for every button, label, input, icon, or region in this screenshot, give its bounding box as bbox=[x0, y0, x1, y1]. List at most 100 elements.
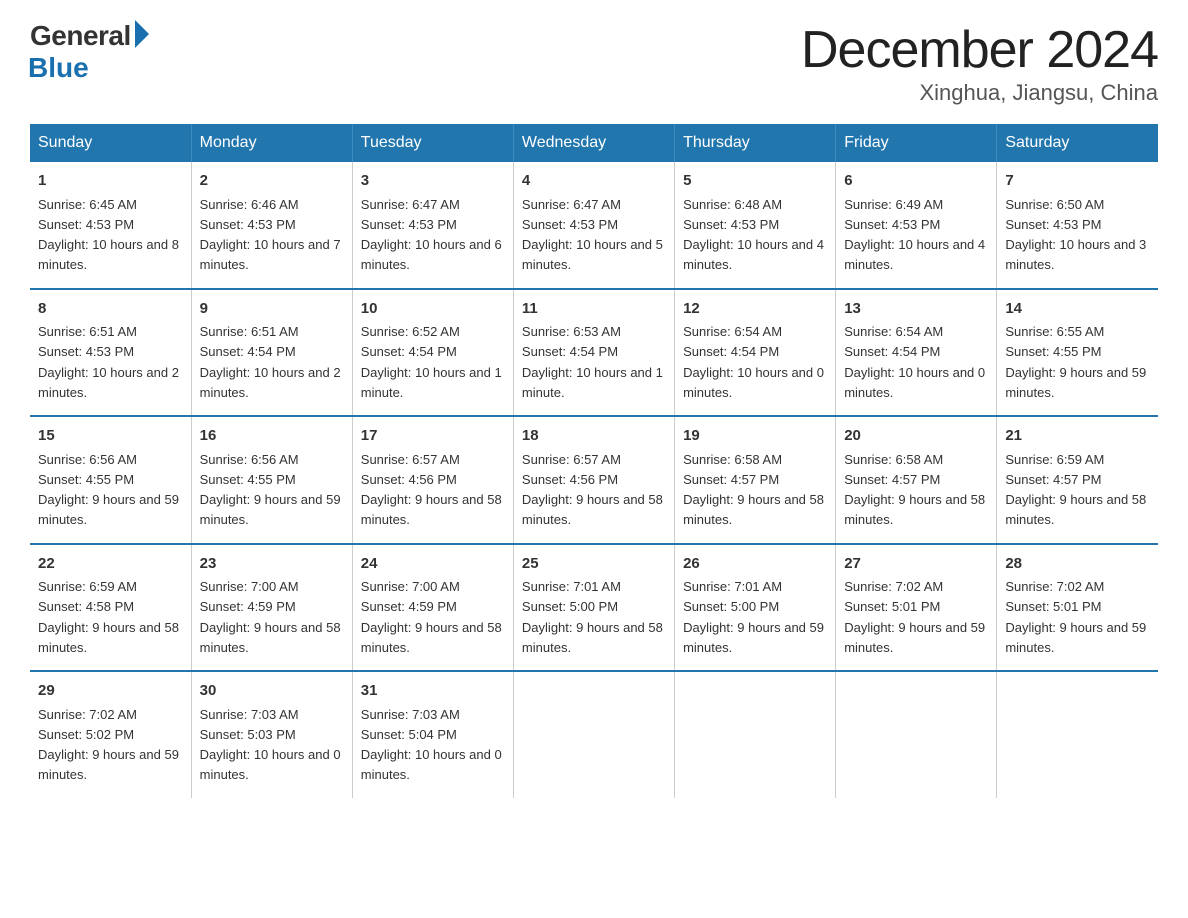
calendar-cell bbox=[836, 671, 997, 798]
day-info: Sunrise: 6:55 AMSunset: 4:55 PMDaylight:… bbox=[1005, 324, 1146, 400]
day-info: Sunrise: 7:03 AMSunset: 5:03 PMDaylight:… bbox=[200, 707, 341, 783]
week-row-2: 8Sunrise: 6:51 AMSunset: 4:53 PMDaylight… bbox=[30, 289, 1158, 417]
calendar-cell: 31 Sunrise: 7:03 AMSunset: 5:04 PMDayligh… bbox=[352, 671, 513, 798]
day-number: 12 bbox=[683, 298, 827, 321]
day-number: 27 bbox=[844, 553, 988, 576]
day-info: Sunrise: 6:47 AMSunset: 4:53 PMDaylight:… bbox=[361, 197, 502, 273]
day-info: Sunrise: 6:54 AMSunset: 4:54 PMDaylight:… bbox=[683, 324, 824, 400]
day-info: Sunrise: 6:45 AMSunset: 4:53 PMDaylight:… bbox=[38, 197, 179, 273]
calendar-cell: 10Sunrise: 6:52 AMSunset: 4:54 PMDayligh… bbox=[352, 289, 513, 417]
calendar-cell: 17Sunrise: 6:57 AMSunset: 4:56 PMDayligh… bbox=[352, 416, 513, 544]
day-info: Sunrise: 6:58 AMSunset: 4:57 PMDaylight:… bbox=[683, 452, 824, 528]
day-number: 31 bbox=[361, 680, 505, 703]
day-number: 30 bbox=[200, 680, 344, 703]
calendar-cell: 18Sunrise: 6:57 AMSunset: 4:56 PMDayligh… bbox=[513, 416, 674, 544]
day-number: 9 bbox=[200, 298, 344, 321]
calendar-cell: 11 Sunrise: 6:53 AMSunset: 4:54 PMDayligh… bbox=[513, 289, 674, 417]
day-info: Sunrise: 6:48 AMSunset: 4:53 PMDaylight:… bbox=[683, 197, 824, 273]
day-number: 29 bbox=[38, 680, 183, 703]
logo-general-text: General bbox=[30, 20, 131, 52]
calendar-cell: 29 Sunrise: 7:02 AMSunset: 5:02 PMDayligh… bbox=[30, 671, 191, 798]
day-number: 17 bbox=[361, 425, 505, 448]
calendar-cell: 7 Sunrise: 6:50 AMSunset: 4:53 PMDaylight… bbox=[997, 162, 1158, 289]
calendar-cell: 22Sunrise: 6:59 AMSunset: 4:58 PMDayligh… bbox=[30, 544, 191, 672]
calendar-cell: 5 Sunrise: 6:48 AMSunset: 4:53 PMDaylight… bbox=[675, 162, 836, 289]
day-number: 19 bbox=[683, 425, 827, 448]
week-row-1: 1 Sunrise: 6:45 AMSunset: 4:53 PMDaylight… bbox=[30, 162, 1158, 289]
day-info: Sunrise: 6:56 AMSunset: 4:55 PMDaylight:… bbox=[200, 452, 341, 528]
day-header-friday: Friday bbox=[836, 124, 997, 162]
day-number: 23 bbox=[200, 553, 344, 576]
logo-blue-text: Blue bbox=[28, 52, 89, 84]
calendar-cell: 25 Sunrise: 7:01 AMSunset: 5:00 PMDayligh… bbox=[513, 544, 674, 672]
calendar-cell: 16 Sunrise: 6:56 AMSunset: 4:55 PMDayligh… bbox=[191, 416, 352, 544]
day-info: Sunrise: 6:49 AMSunset: 4:53 PMDaylight:… bbox=[844, 197, 985, 273]
calendar-cell bbox=[997, 671, 1158, 798]
calendar-subtitle: Xinghua, Jiangsu, China bbox=[801, 80, 1158, 106]
day-info: Sunrise: 7:02 AMSunset: 5:01 PMDaylight:… bbox=[844, 579, 985, 655]
calendar-cell: 20 Sunrise: 6:58 AMSunset: 4:57 PMDayligh… bbox=[836, 416, 997, 544]
day-number: 2 bbox=[200, 170, 344, 193]
day-info: Sunrise: 7:02 AMSunset: 5:02 PMDaylight:… bbox=[38, 707, 179, 783]
day-number: 8 bbox=[38, 298, 183, 321]
calendar-cell: 13 Sunrise: 6:54 AMSunset: 4:54 PMDayligh… bbox=[836, 289, 997, 417]
day-number: 10 bbox=[361, 298, 505, 321]
week-row-4: 22Sunrise: 6:59 AMSunset: 4:58 PMDayligh… bbox=[30, 544, 1158, 672]
day-header-sunday: Sunday bbox=[30, 124, 191, 162]
calendar-cell: 8Sunrise: 6:51 AMSunset: 4:53 PMDaylight… bbox=[30, 289, 191, 417]
page-header: General Blue December 2024 Xinghua, Jian… bbox=[30, 20, 1158, 106]
day-info: Sunrise: 6:54 AMSunset: 4:54 PMDaylight:… bbox=[844, 324, 985, 400]
calendar-cell bbox=[675, 671, 836, 798]
week-row-5: 29 Sunrise: 7:02 AMSunset: 5:02 PMDayligh… bbox=[30, 671, 1158, 798]
day-info: Sunrise: 6:46 AMSunset: 4:53 PMDaylight:… bbox=[200, 197, 341, 273]
day-number: 15 bbox=[38, 425, 183, 448]
day-number: 5 bbox=[683, 170, 827, 193]
day-info: Sunrise: 7:03 AMSunset: 5:04 PMDaylight:… bbox=[361, 707, 502, 783]
day-info: Sunrise: 6:58 AMSunset: 4:57 PMDaylight:… bbox=[844, 452, 985, 528]
day-info: Sunrise: 7:00 AMSunset: 4:59 PMDaylight:… bbox=[361, 579, 502, 655]
day-number: 22 bbox=[38, 553, 183, 576]
day-header-tuesday: Tuesday bbox=[352, 124, 513, 162]
day-number: 1 bbox=[38, 170, 183, 193]
day-number: 3 bbox=[361, 170, 505, 193]
day-info: Sunrise: 7:01 AMSunset: 5:00 PMDaylight:… bbox=[522, 579, 663, 655]
day-number: 25 bbox=[522, 553, 666, 576]
calendar-cell: 4 Sunrise: 6:47 AMSunset: 4:53 PMDaylight… bbox=[513, 162, 674, 289]
calendar-cell: 27 Sunrise: 7:02 AMSunset: 5:01 PMDayligh… bbox=[836, 544, 997, 672]
calendar-cell: 21Sunrise: 6:59 AMSunset: 4:57 PMDayligh… bbox=[997, 416, 1158, 544]
day-number: 14 bbox=[1005, 298, 1150, 321]
calendar-cell: 30 Sunrise: 7:03 AMSunset: 5:03 PMDayligh… bbox=[191, 671, 352, 798]
day-info: Sunrise: 6:53 AMSunset: 4:54 PMDaylight:… bbox=[522, 324, 663, 400]
calendar-cell: 14 Sunrise: 6:55 AMSunset: 4:55 PMDayligh… bbox=[997, 289, 1158, 417]
calendar-cell bbox=[513, 671, 674, 798]
day-number: 28 bbox=[1005, 553, 1150, 576]
day-info: Sunrise: 7:02 AMSunset: 5:01 PMDaylight:… bbox=[1005, 579, 1146, 655]
day-info: Sunrise: 6:59 AMSunset: 4:57 PMDaylight:… bbox=[1005, 452, 1146, 528]
calendar-title: December 2024 bbox=[801, 20, 1158, 80]
day-info: Sunrise: 7:00 AMSunset: 4:59 PMDaylight:… bbox=[200, 579, 341, 655]
day-info: Sunrise: 6:51 AMSunset: 4:54 PMDaylight:… bbox=[200, 324, 341, 400]
calendar-cell: 15Sunrise: 6:56 AMSunset: 4:55 PMDayligh… bbox=[30, 416, 191, 544]
day-info: Sunrise: 6:47 AMSunset: 4:53 PMDaylight:… bbox=[522, 197, 663, 273]
calendar-cell: 2 Sunrise: 6:46 AMSunset: 4:53 PMDaylight… bbox=[191, 162, 352, 289]
logo-triangle-icon bbox=[135, 20, 149, 48]
day-info: Sunrise: 7:01 AMSunset: 5:00 PMDaylight:… bbox=[683, 579, 824, 655]
logo: General Blue bbox=[30, 20, 149, 84]
day-number: 7 bbox=[1005, 170, 1150, 193]
day-number: 13 bbox=[844, 298, 988, 321]
day-number: 11 bbox=[522, 298, 666, 321]
day-number: 26 bbox=[683, 553, 827, 576]
calendar-cell: 6Sunrise: 6:49 AMSunset: 4:53 PMDaylight… bbox=[836, 162, 997, 289]
day-info: Sunrise: 6:50 AMSunset: 4:53 PMDaylight:… bbox=[1005, 197, 1146, 273]
day-header-thursday: Thursday bbox=[675, 124, 836, 162]
day-number: 16 bbox=[200, 425, 344, 448]
day-info: Sunrise: 6:57 AMSunset: 4:56 PMDaylight:… bbox=[522, 452, 663, 528]
day-number: 4 bbox=[522, 170, 666, 193]
calendar-cell: 26 Sunrise: 7:01 AMSunset: 5:00 PMDayligh… bbox=[675, 544, 836, 672]
week-row-3: 15 Sunrise: 6:56 AMSunset: 4:55 PMDayligh… bbox=[30, 416, 1158, 544]
day-number: 20 bbox=[844, 425, 988, 448]
calendar-table: SundayMondayTuesdayWednesdayThursdayFrid… bbox=[30, 124, 1158, 798]
calendar-cell: 19 Sunrise: 6:58 AMSunset: 4:57 PMDayligh… bbox=[675, 416, 836, 544]
title-section: December 2024 Xinghua, Jiangsu, China bbox=[801, 20, 1158, 106]
calendar-cell: 1 Sunrise: 6:45 AMSunset: 4:53 PMDaylight… bbox=[30, 162, 191, 289]
